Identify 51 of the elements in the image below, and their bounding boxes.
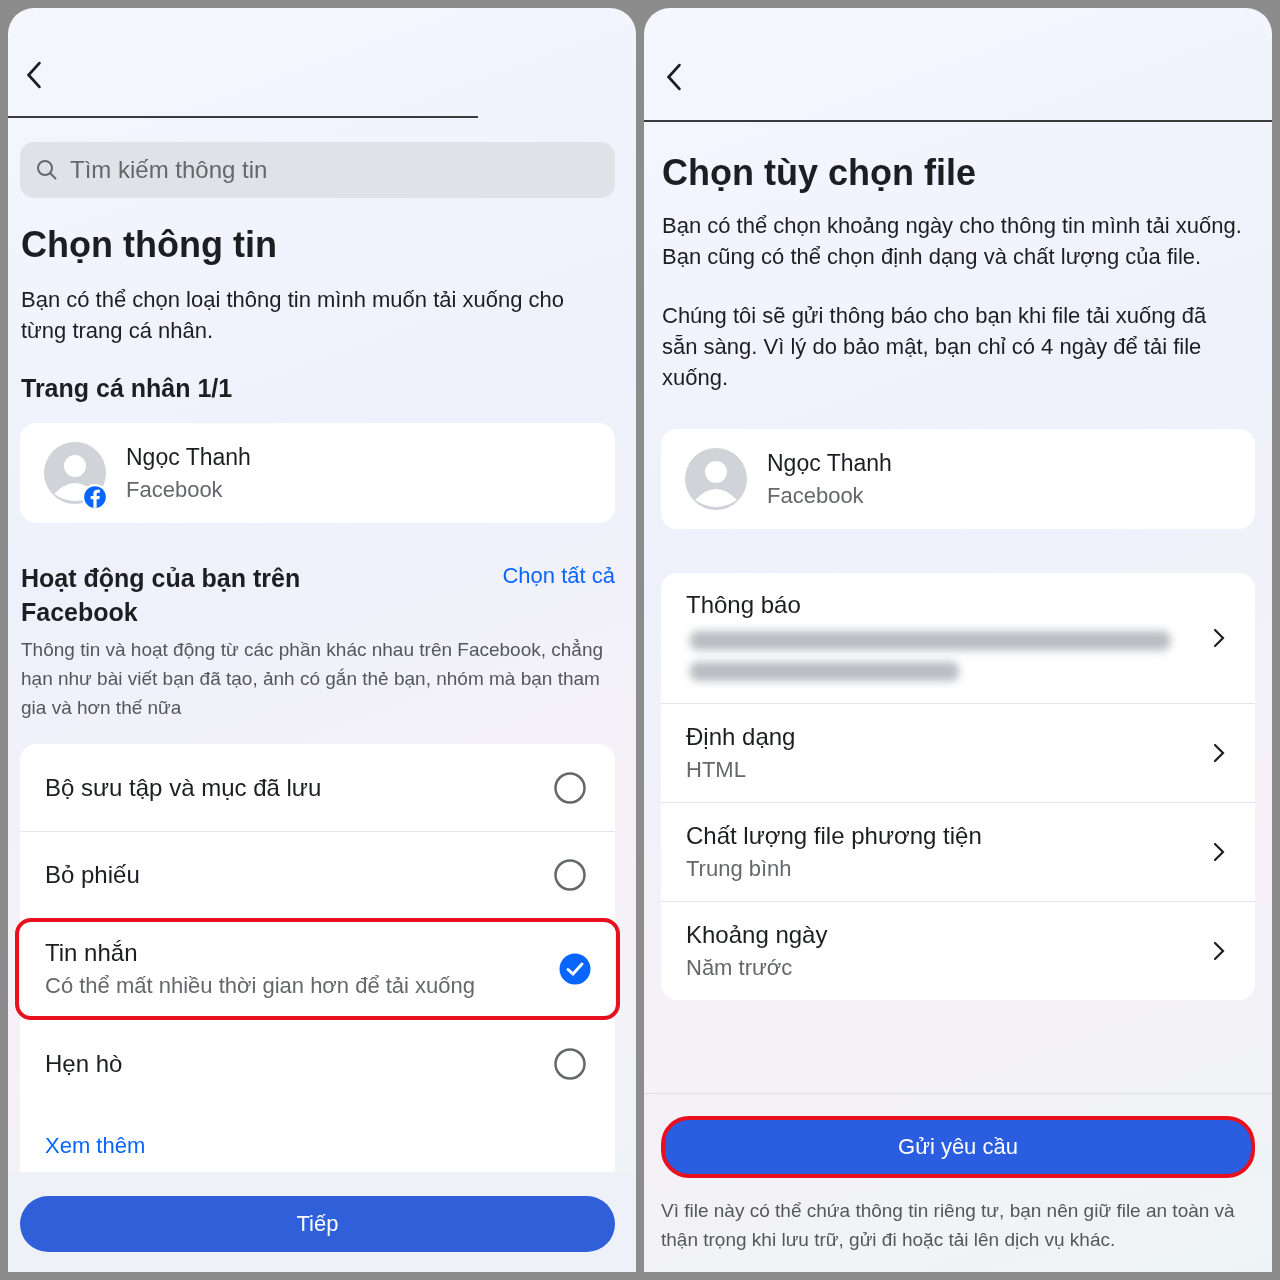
option-row[interactable]: Tin nhắn Có thể mất nhiều thời gian hơn để tải xuống	[15, 918, 620, 1020]
option-label: Tin nhắn	[45, 939, 139, 967]
option-label: Bỏ phiếu	[45, 861, 140, 889]
chevron-right-icon	[1213, 941, 1225, 961]
setting-label: Khoảng ngày	[686, 921, 829, 949]
select-all-link[interactable]: Chọn tất cả	[502, 563, 615, 589]
checkbox[interactable]	[553, 770, 587, 805]
description: Bạn có thể chọn khoảng ngày cho thông tin mình tải xuống. Bạn cũng có thể chọn định dạng và chất lượng của file.	[662, 212, 1242, 271]
profile-name: Ngọc Thanh	[767, 449, 892, 477]
search-input[interactable]: Tìm kiếm thông tin	[68, 155, 599, 185]
profile-network: Facebook	[767, 482, 865, 509]
setting-label: Định dạng	[686, 723, 797, 751]
chevron-right-icon	[1213, 628, 1225, 648]
description: Bạn có thể chọn loại thông tin mình muốn tải xuống cho từng trang cá nhân.	[21, 286, 566, 345]
back-icon[interactable]	[26, 61, 42, 89]
setting-value: Trung bình	[686, 856, 793, 882]
setting-label: Chất lượng file phương tiện	[686, 822, 983, 850]
facebook-badge-icon	[82, 484, 108, 510]
description: Chúng tôi sẽ gửi thông báo cho bạn khi file tải xuống đã sẵn sàng. Vì lý do bảo mật, bạn chỉ có 4 ngày để tải file xuống.	[662, 302, 1208, 392]
profile-name: Ngọc Thanh	[126, 443, 251, 471]
setting-row[interactable]: Thông báo	[661, 573, 1255, 703]
checkbox[interactable]	[558, 952, 592, 986]
option-row[interactable]: Bộ sưu tập và mục đã lưu	[20, 744, 615, 831]
search-field[interactable]: Tìm kiếm thông tin	[20, 142, 615, 198]
option-row[interactable]: Hẹn hò	[20, 1020, 615, 1107]
page-title: Chọn thông tin	[21, 224, 278, 266]
option-label: Hẹn hò	[45, 1049, 123, 1078]
footer-note: Vì file này có thể chứa thông tin riêng tư, bạn nên giữ file an toàn và thận trọng khi lưu trữ, gửi đi hoặc tải lên dịch vụ khác.	[661, 1199, 1236, 1252]
chevron-right-icon	[1213, 842, 1225, 862]
search-icon	[36, 159, 58, 181]
section-heading: Trang cá nhân 1/1	[21, 374, 234, 403]
setting-row[interactable]: Chất lượng file phương tiện Trung bình	[661, 802, 1255, 901]
setting-value: HTML	[686, 757, 747, 783]
option-row[interactable]: Bỏ phiếu	[20, 831, 615, 918]
setting-label: Thông báo	[686, 591, 802, 619]
setting-value: Năm trước	[686, 955, 794, 981]
chevron-right-icon	[1213, 743, 1225, 763]
next-button[interactable]: Tiếp	[20, 1196, 615, 1252]
setting-row[interactable]: Định dạng HTML	[661, 703, 1255, 802]
section-heading: Hoạt động của bạn trên Facebook	[21, 563, 302, 628]
see-more-link[interactable]: Xem thêm	[20, 1109, 615, 1159]
option-label: Bộ sưu tập và mục đã lưu	[45, 773, 322, 802]
checkbox[interactable]	[553, 1046, 587, 1081]
setting-row[interactable]: Khoảng ngày Năm trước	[661, 901, 1255, 1000]
section-description: Thông tin và hoạt động từ các phần khác nhau trên Facebook, chẳng hạn như bài viết bạn đã tạo, ảnh có gắn thẻ bạn, nhóm mà bạn tham gia và hơn thế nữa	[21, 638, 605, 720]
back-icon[interactable]	[666, 63, 682, 91]
submit-button[interactable]: Gửi yêu cầu	[661, 1116, 1255, 1178]
option-sublabel: Có thể mất nhiều thời gian hơn để tải xuống	[45, 973, 476, 999]
checkbox[interactable]	[553, 858, 587, 892]
profile-network: Facebook	[126, 476, 224, 503]
page-title: Chọn tùy chọn file	[662, 152, 977, 194]
